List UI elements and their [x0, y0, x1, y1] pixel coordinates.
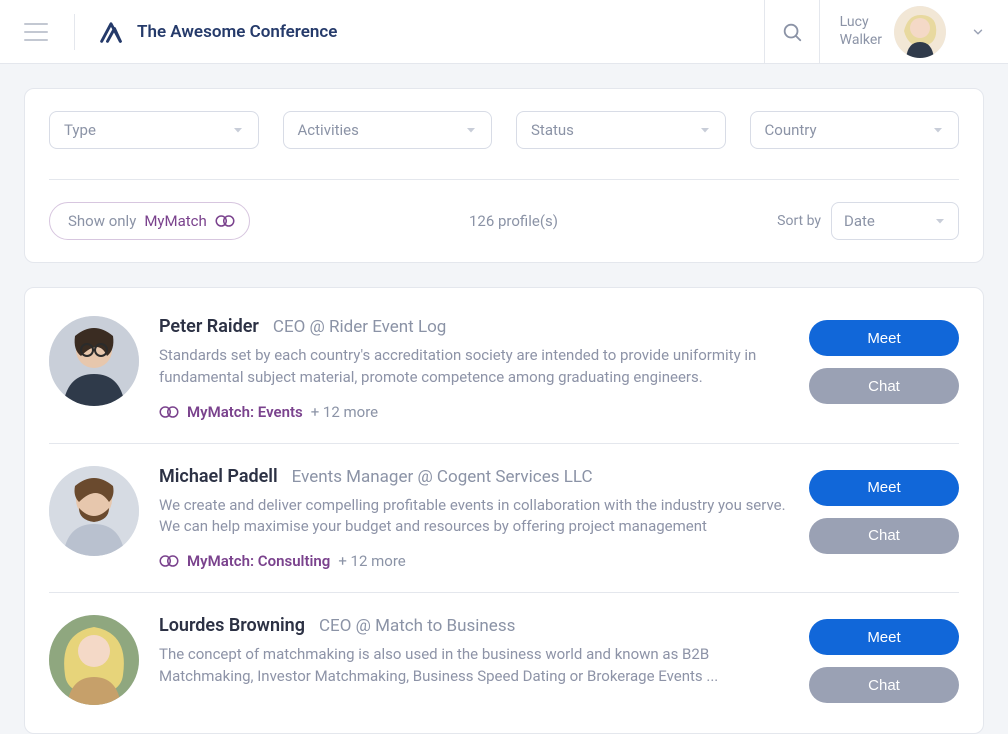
app-header: The Awesome Conference Lucy Walker	[0, 0, 1008, 64]
chevron-down-icon	[465, 124, 477, 136]
menu-button[interactable]	[20, 16, 52, 48]
mymatch-icon	[215, 214, 235, 228]
divider	[49, 179, 959, 180]
filter-status[interactable]: Status	[516, 111, 726, 149]
sort-value: Date	[844, 212, 875, 230]
divider	[74, 14, 75, 50]
mymatch-more[interactable]: + 12 more	[338, 552, 405, 570]
controls-row: Show only MyMatch 126 profile(s) Sort by…	[49, 202, 959, 240]
mymatch-prefix: Show only	[68, 212, 136, 230]
app-title: The Awesome Conference	[137, 22, 337, 42]
filter-status-label: Status	[531, 121, 574, 139]
profile-description: Standards set by each country's accredit…	[159, 345, 789, 389]
profile-role: CEO @ Rider Event Log	[273, 317, 446, 337]
profile-row: Lourdes Browning CEO @ Match to Business…	[49, 593, 959, 727]
hamburger-icon	[24, 23, 48, 41]
mymatch-more[interactable]: + 12 more	[311, 403, 378, 421]
chat-button[interactable]: Chat	[809, 518, 959, 554]
filter-type[interactable]: Type	[49, 111, 259, 149]
chevron-down-icon	[971, 25, 985, 39]
chevron-down-icon	[232, 124, 244, 136]
meet-button[interactable]: Meet	[809, 619, 959, 655]
user-menu-caret[interactable]	[964, 18, 992, 46]
search-icon	[781, 21, 803, 43]
filters-panel: Type Activities Status Country Show only…	[24, 88, 984, 263]
filter-type-label: Type	[64, 121, 96, 139]
chat-button[interactable]: Chat	[809, 368, 959, 404]
search-button[interactable]	[764, 0, 820, 64]
user-last-name: Walker	[840, 32, 882, 50]
avatar[interactable]	[49, 316, 139, 406]
filter-activities[interactable]: Activities	[283, 111, 493, 149]
profile-description: We create and deliver compelling profita…	[159, 495, 789, 539]
chat-button[interactable]: Chat	[809, 667, 959, 703]
chevron-down-icon	[934, 215, 946, 227]
avatar	[894, 6, 946, 58]
mymatch-tag[interactable]: MyMatch: Events	[187, 403, 303, 421]
mymatch-icon	[159, 554, 179, 568]
profile-row: Michael Padell Events Manager @ Cogent S…	[49, 444, 959, 594]
mymatch-icon	[159, 405, 179, 419]
user-first-name: Lucy	[840, 14, 882, 32]
sort-label: Sort by	[777, 213, 821, 229]
logo-icon	[97, 18, 125, 46]
sort-control: Sort by Date	[777, 202, 959, 240]
avatar[interactable]	[49, 466, 139, 556]
mymatch-label: MyMatch	[144, 212, 206, 230]
mymatch-tag[interactable]: MyMatch: Consulting	[187, 552, 330, 570]
meet-button[interactable]: Meet	[809, 470, 959, 506]
profile-role: CEO @ Match to Business	[319, 616, 515, 636]
profile-description: The concept of matchmaking is also used …	[159, 644, 789, 688]
mymatch-toggle[interactable]: Show only MyMatch	[49, 202, 250, 240]
profile-row: Peter Raider CEO @ Rider Event Log Stand…	[49, 294, 959, 444]
chevron-down-icon	[932, 124, 944, 136]
user-name: Lucy Walker	[840, 14, 882, 49]
profile-count: 126 profile(s)	[469, 212, 558, 230]
filter-country[interactable]: Country	[750, 111, 960, 149]
profile-role: Events Manager @ Cogent Services LLC	[292, 467, 593, 487]
avatar[interactable]	[49, 615, 139, 705]
user-menu[interactable]: Lucy Walker	[820, 6, 992, 58]
profile-name[interactable]: Peter Raider	[159, 316, 259, 337]
filter-country-label: Country	[765, 121, 817, 139]
profile-name[interactable]: Michael Padell	[159, 466, 278, 487]
meet-button[interactable]: Meet	[809, 320, 959, 356]
profile-name[interactable]: Lourdes Browning	[159, 615, 305, 636]
profile-list: Peter Raider CEO @ Rider Event Log Stand…	[24, 287, 984, 734]
filter-activities-label: Activities	[298, 121, 359, 139]
chevron-down-icon	[699, 124, 711, 136]
brand[interactable]: The Awesome Conference	[97, 18, 337, 46]
sort-select[interactable]: Date	[831, 202, 959, 240]
filters-row: Type Activities Status Country	[49, 111, 959, 149]
